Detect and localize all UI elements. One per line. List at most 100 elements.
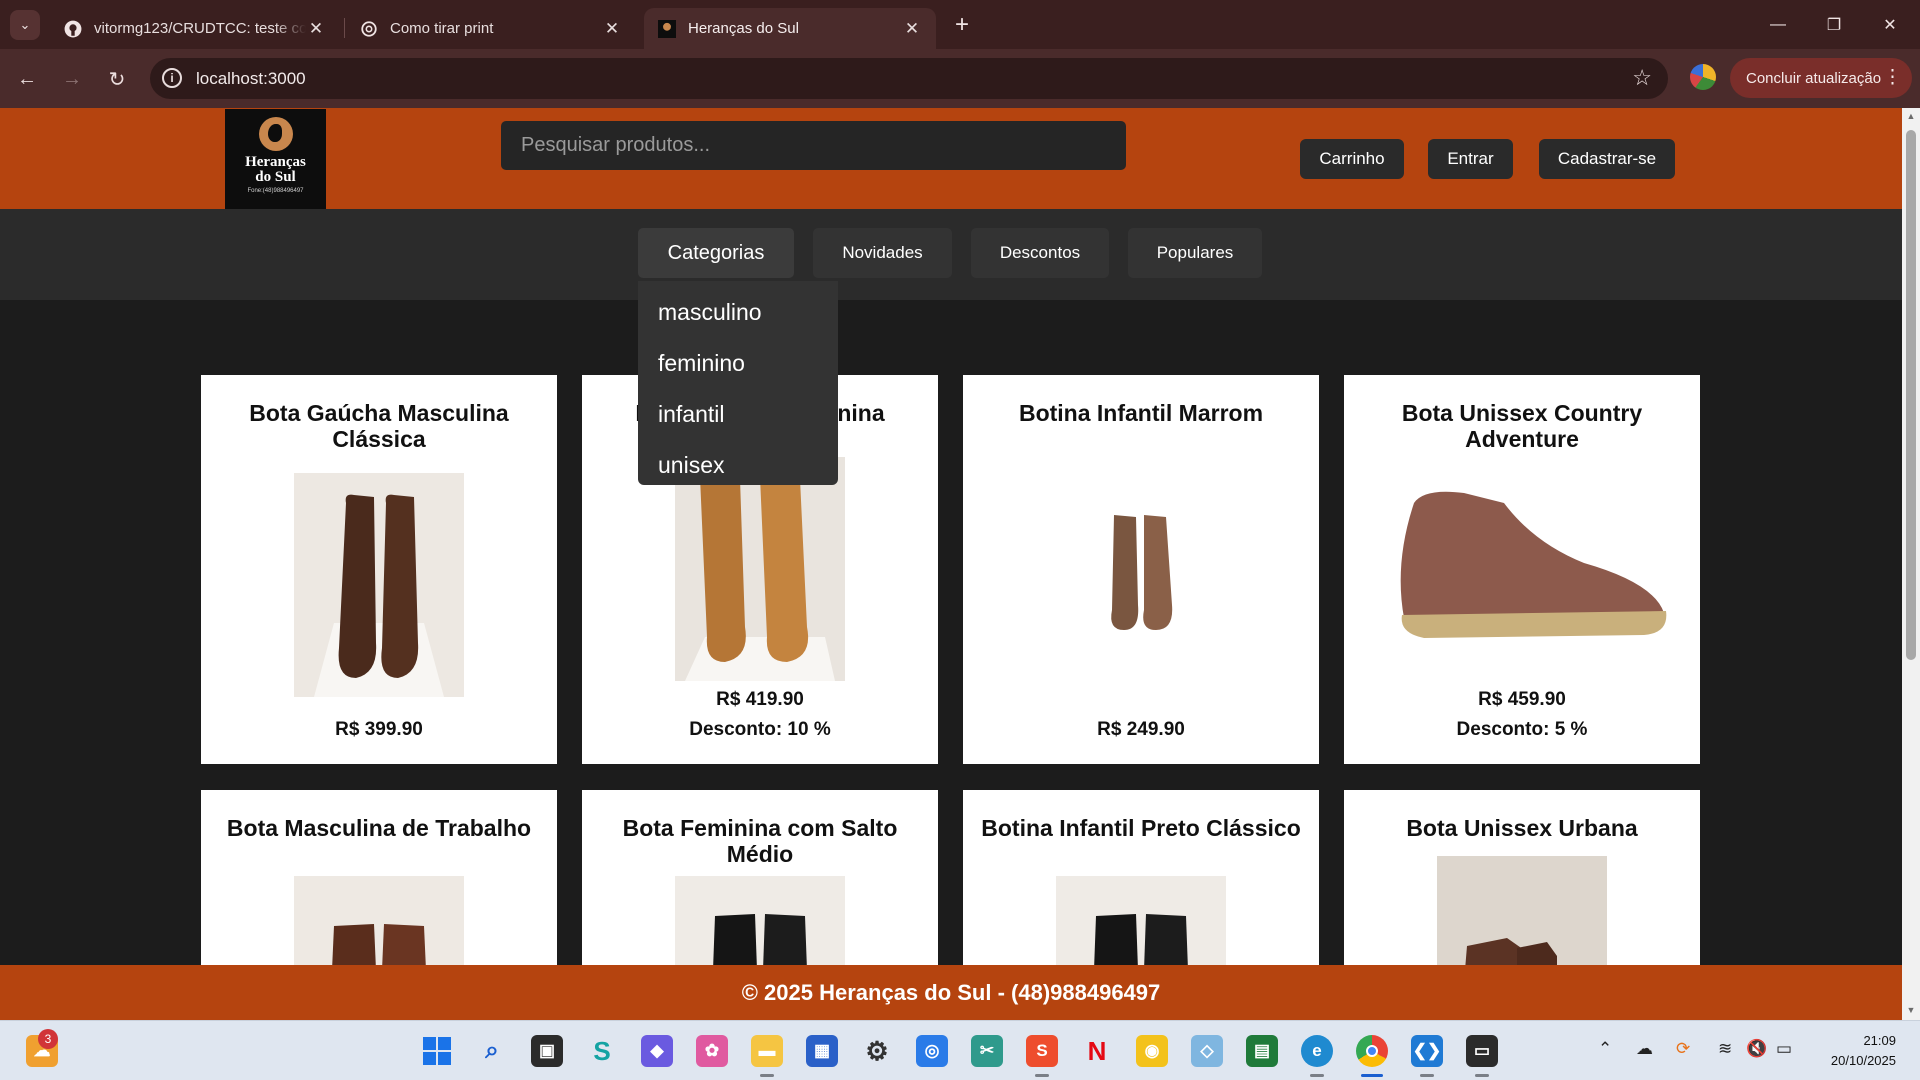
site-header: Heranças do Sul Fone:(48)988496497 Carri… bbox=[0, 108, 1902, 209]
product-card[interactable]: Bota Unissex Country Adventure R$ 459.90… bbox=[1344, 375, 1700, 764]
product-card[interactable]: Botina Infantil Preto Clássico bbox=[963, 790, 1319, 970]
onedrive-icon[interactable]: ☁ bbox=[1636, 1039, 1653, 1059]
tab-herancas-do-sul[interactable]: Heranças do Sul ✕ bbox=[644, 8, 936, 49]
running-indicator bbox=[1475, 1074, 1489, 1077]
close-tab-icon[interactable]: ✕ bbox=[902, 19, 922, 39]
site-footer: © 2025 Heranças do Sul - (48)988496497 bbox=[0, 965, 1902, 1020]
browser-tab-strip: ⌄ vitormg123/CRUDTCC: teste com ✕ Como t… bbox=[0, 0, 1920, 49]
site-logo[interactable]: Heranças do Sul Fone:(48)988496497 bbox=[225, 109, 326, 209]
terminal-icon[interactable]: ▭ bbox=[1466, 1035, 1498, 1067]
mercado-livre-icon[interactable]: ◉ bbox=[1136, 1035, 1168, 1067]
copilot-icon[interactable]: ◆ bbox=[641, 1035, 673, 1067]
back-button[interactable]: ← bbox=[12, 64, 42, 94]
category-unisex[interactable]: unisex bbox=[638, 440, 838, 491]
categories-dropdown: masculino feminino infantil unisex bbox=[638, 281, 838, 485]
web-page: Heranças do Sul Fone:(48)988496497 Carri… bbox=[0, 108, 1902, 1020]
product-image[interactable] bbox=[294, 473, 464, 697]
reload-icon: ↻ bbox=[108, 68, 126, 91]
update-button[interactable]: Concluir atualização ⋮ bbox=[1730, 58, 1912, 98]
close-tab-icon[interactable]: ✕ bbox=[602, 19, 622, 39]
scroll-up-icon[interactable]: ▲ bbox=[1906, 111, 1916, 121]
running-indicator-active bbox=[1361, 1074, 1383, 1077]
sync-icon[interactable]: ⟳ bbox=[1676, 1039, 1690, 1059]
signup-button[interactable]: Cadastrar-se bbox=[1539, 139, 1675, 179]
tab-como-tirar-print[interactable]: Como tirar print ✕ bbox=[346, 8, 636, 49]
product-card[interactable]: Bota Feminina com Salto Médio bbox=[582, 790, 938, 970]
site-info-icon[interactable]: i bbox=[162, 68, 182, 88]
clock-date: 20/10/2025 bbox=[1830, 1053, 1896, 1068]
microsoft-store-icon[interactable]: ▦ bbox=[806, 1035, 838, 1067]
tab-novidades[interactable]: Novidades bbox=[813, 228, 952, 278]
product-image[interactable] bbox=[294, 876, 464, 970]
volume-muted-icon[interactable]: 🔇 bbox=[1746, 1039, 1767, 1059]
product-image[interactable] bbox=[1056, 876, 1226, 970]
system-clock[interactable]: 21:09 20/10/2025 bbox=[1831, 1031, 1896, 1071]
tab-descontos[interactable]: Descontos bbox=[971, 228, 1109, 278]
sway-icon[interactable]: S bbox=[586, 1035, 618, 1067]
cart-button[interactable]: Carrinho bbox=[1300, 139, 1404, 179]
product-image[interactable] bbox=[675, 876, 845, 970]
windows-start-icon[interactable] bbox=[421, 1035, 453, 1067]
site-logo-icon bbox=[658, 19, 676, 38]
spreadsheet-icon[interactable]: ▤ bbox=[1246, 1035, 1278, 1067]
search-icon[interactable]: ⌕ bbox=[476, 1035, 508, 1067]
more-menu-icon[interactable]: ⋮ bbox=[1883, 66, 1902, 89]
edge-icon[interactable]: e bbox=[1301, 1035, 1333, 1067]
product-name: Bota Unissex Urbana bbox=[1406, 815, 1638, 841]
shopee-icon[interactable]: S bbox=[1026, 1035, 1058, 1067]
product-image[interactable] bbox=[1437, 856, 1607, 970]
address-bar[interactable]: i localhost:3000 ☆ bbox=[150, 58, 1668, 99]
cortana-icon[interactable]: ◎ bbox=[916, 1035, 948, 1067]
reload-button[interactable]: ↻ bbox=[102, 64, 132, 94]
running-indicator bbox=[1035, 1074, 1049, 1077]
battery-icon[interactable]: ▭ bbox=[1776, 1039, 1792, 1059]
scroll-down-icon[interactable]: ▼ bbox=[1906, 1005, 1916, 1015]
login-button[interactable]: Entrar bbox=[1428, 139, 1513, 179]
netflix-icon[interactable]: N bbox=[1081, 1035, 1113, 1067]
chrome-icon[interactable] bbox=[1356, 1035, 1388, 1067]
update-button-label: Concluir atualização bbox=[1746, 69, 1882, 87]
category-masculino[interactable]: masculino bbox=[638, 287, 838, 338]
tab-github[interactable]: vitormg123/CRUDTCC: teste com ✕ bbox=[50, 8, 340, 49]
close-window-button[interactable]: ✕ bbox=[1862, 0, 1918, 49]
product-name: Bota Gaúcha Masculina Clássica bbox=[249, 400, 509, 452]
product-card[interactable]: Botina Infantil Marrom R$ 249.90 bbox=[963, 375, 1319, 764]
restore-button[interactable]: ❐ bbox=[1806, 0, 1862, 49]
product-image[interactable] bbox=[1384, 483, 1674, 643]
bookmark-star-icon[interactable]: ☆ bbox=[1632, 65, 1652, 91]
show-hidden-icons-icon[interactable]: ⌃ bbox=[1598, 1039, 1612, 1059]
category-nav: Categorias Novidades Descontos Populares bbox=[0, 209, 1902, 300]
product-card[interactable]: Bota Unissex Urbana bbox=[1344, 790, 1700, 970]
wifi-icon[interactable]: ≋ bbox=[1718, 1039, 1732, 1059]
product-name: Botina Infantil Preto Clássico bbox=[981, 815, 1301, 841]
close-tab-icon[interactable]: ✕ bbox=[306, 19, 326, 39]
chatgpt-icon bbox=[360, 20, 378, 38]
product-name: Bota Masculina de Trabalho bbox=[226, 815, 532, 841]
task-view-icon[interactable]: ▣ bbox=[531, 1035, 563, 1067]
forward-button[interactable]: → bbox=[57, 64, 87, 94]
vscode-icon[interactable]: ❮❯ bbox=[1411, 1035, 1443, 1067]
notification-badge: 3 bbox=[38, 1029, 58, 1049]
product-card[interactable]: Bota Gaúcha Masculina Clássica R$ 399.90 bbox=[201, 375, 557, 764]
new-tab-button[interactable]: + bbox=[947, 10, 977, 40]
product-image[interactable] bbox=[1094, 505, 1188, 637]
category-infantil[interactable]: infantil bbox=[638, 389, 838, 440]
tab-categorias[interactable]: Categorias bbox=[638, 228, 794, 278]
product-card[interactable]: Bota Masculina de Trabalho bbox=[201, 790, 557, 970]
page-scrollbar[interactable]: ▲ ▼ bbox=[1902, 108, 1920, 1020]
copilot-app-icon[interactable]: ✿ bbox=[696, 1035, 728, 1067]
minimize-button[interactable]: — bbox=[1750, 0, 1806, 49]
tab-search-button[interactable]: ⌄ bbox=[10, 10, 40, 40]
category-feminino[interactable]: feminino bbox=[638, 338, 838, 389]
scroll-thumb[interactable] bbox=[1906, 130, 1916, 660]
running-indicator bbox=[760, 1074, 774, 1077]
tab-populares[interactable]: Populares bbox=[1128, 228, 1262, 278]
snipping-tool-icon[interactable]: ✂ bbox=[971, 1035, 1003, 1067]
profile-avatar[interactable] bbox=[1690, 64, 1716, 90]
horse-head-icon bbox=[258, 117, 293, 151]
diamond-app-icon[interactable]: ◇ bbox=[1191, 1035, 1223, 1067]
file-explorer-icon[interactable]: ▬ bbox=[751, 1035, 783, 1067]
settings-gear-icon[interactable]: ⚙ bbox=[861, 1035, 893, 1067]
search-input[interactable] bbox=[501, 121, 1126, 170]
product-price: R$ 249.90 bbox=[1097, 719, 1185, 740]
